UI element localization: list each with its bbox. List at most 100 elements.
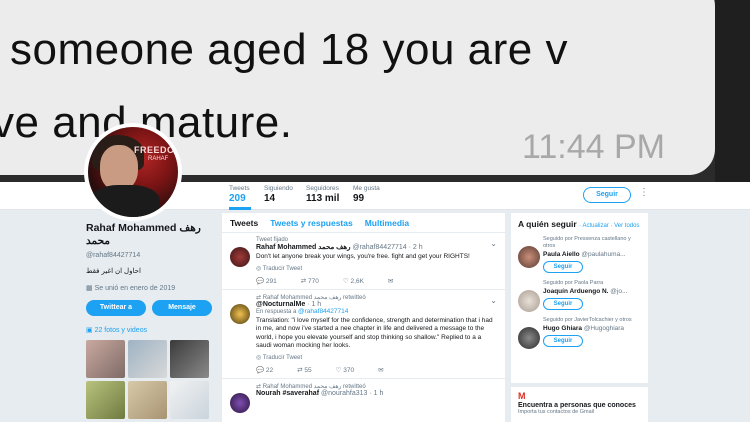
media-thumb[interactable] (128, 340, 167, 378)
media-grid (86, 340, 216, 419)
reply-icon: 💬 (256, 277, 266, 285)
tweet-item[interactable]: ⇄ Rahaf Mohammed رهف محمد retwitteó @Noc… (222, 290, 505, 379)
reply-action[interactable]: 💬 22 (256, 366, 273, 374)
stat-value: 99 (353, 193, 365, 204)
find-contacts-card[interactable]: M Encuentra a personas que conoces Impor… (511, 387, 648, 422)
message-timestamp: 11:44 PM (522, 128, 666, 166)
tweet-author[interactable]: Nourah #saverahaf @nourahfa313 · 1 h (256, 390, 497, 397)
profile-handle[interactable]: @rahaf84427714 (86, 252, 216, 259)
tweet-avatar[interactable] (230, 392, 250, 413)
suggestion-name[interactable]: Paula Aiello @paulahuma... (543, 251, 641, 258)
reply-count: 22 (265, 366, 274, 374)
suggestion-follow-button[interactable]: Seguir (543, 298, 583, 310)
tweet-to-button[interactable]: Twittear a (86, 300, 146, 316)
tweet-avatar[interactable] (230, 303, 250, 324)
reply-prefix: En respuesta a (256, 308, 297, 315)
like-action[interactable]: ♡ 370 (336, 366, 355, 374)
suggestion-item: Seguido por Paola Parra Joaquín Arduengo… (518, 280, 641, 312)
photos-videos-link[interactable]: ▣ 22 fotos y videos (86, 326, 216, 334)
more-options-icon[interactable]: ⋮ (639, 187, 649, 198)
stat-value: 113 mil (306, 193, 340, 204)
gmail-icon: M (518, 391, 526, 401)
reply-context: En respuesta a @rahaf84427714 (256, 308, 497, 315)
stat-value: 209 (229, 193, 246, 204)
avatar-shirt (90, 185, 160, 217)
reply-to-link[interactable]: @rahaf84427714 (298, 308, 348, 315)
suggestion-avatar[interactable] (518, 290, 540, 312)
tweet-text: Translation: "i love myself for the conf… (256, 316, 493, 350)
dm-icon[interactable]: ✉ (388, 277, 393, 285)
tweet-actions: 💬 291 ⇄ 770 ♡ 2,6K ✉ (256, 277, 497, 285)
stat-label: Siguiendo (264, 185, 293, 192)
chevron-down-icon[interactable]: ⌄ (490, 296, 497, 305)
suggestion-name[interactable]: Joaquín Arduengo N. @jo... (543, 288, 641, 295)
tweet-item[interactable]: Tweet fijado Rahaf Mohammed رهف محمد @ra… (222, 233, 505, 290)
like-count: 2,6K (350, 277, 364, 285)
tweet-author[interactable]: Rahaf Mohammed رهف محمد @rahaf84427714 ·… (256, 243, 497, 251)
avatar-logo-sub: RAHAF (148, 156, 169, 162)
suggestion-item: Seguido por Pressenza castellano y otros… (518, 236, 641, 273)
media-thumb[interactable] (128, 381, 167, 419)
globe-icon: ◎ (256, 354, 263, 361)
retweet-count: 55 (304, 366, 312, 374)
retweet-icon: ⇄ (300, 277, 309, 285)
tab-replies[interactable]: Tweets y respuestas (270, 218, 353, 228)
twitter-profile-page: Tweets 209 Siguiendo 14 Seguidores 113 m… (0, 182, 750, 422)
stat-following[interactable]: Siguiendo 14 (264, 185, 293, 204)
suggestion-follow-button[interactable]: Seguir (543, 261, 583, 273)
message-line-1: someone aged 18 you are v (10, 25, 568, 74)
like-count: 370 (343, 366, 355, 374)
like-action[interactable]: ♡ 2,6K (343, 277, 364, 285)
suggestion-follow-button[interactable]: Seguir (543, 335, 583, 347)
retweet-count: 770 (308, 277, 319, 285)
stat-value: 14 (264, 193, 276, 204)
retweet-action[interactable]: ⇄ 55 (297, 366, 312, 374)
tab-media[interactable]: Multimedia (365, 218, 409, 228)
stat-label: Tweets (229, 185, 250, 192)
suggestion-handle: @Hugoghiara (583, 325, 625, 332)
media-thumb[interactable] (170, 381, 209, 419)
reply-action[interactable]: 💬 291 (256, 277, 277, 285)
media-thumb[interactable] (170, 340, 209, 378)
media-thumb[interactable] (86, 381, 125, 419)
translate-link[interactable]: ◎ Traducir Tweet (256, 354, 497, 361)
stat-likes[interactable]: Me gusta 99 (353, 185, 380, 204)
tweet-text: Don't let anyone break your wings, you'r… (256, 253, 470, 260)
profile-avatar[interactable]: FREEDOM RAHAF (84, 123, 182, 221)
timeline-tabs: Tweets Tweets y respuestas Multimedia (222, 213, 505, 233)
tweet-avatar[interactable] (230, 247, 250, 267)
tweet-item[interactable]: ⇄ Rahaf Mohammed رهف محمد retwitteó Nour… (222, 379, 505, 413)
tweet-context: ⇄ Rahaf Mohammed رهف محمد retwitteó (256, 383, 497, 390)
suggestion-avatar[interactable] (518, 246, 540, 268)
suggestion-item: Seguido por JavierTolcachier y otros Hug… (518, 317, 641, 349)
suggestion-avatar[interactable] (518, 327, 540, 349)
translate-link[interactable]: ◎ Traducir Tweet (256, 265, 497, 272)
tweet-meta: @nourahfa313 · 1 h (320, 389, 384, 397)
media-thumb[interactable] (86, 340, 125, 378)
calendar-icon: ▦ (86, 285, 95, 292)
suggestion-handle: @paulahuma... (581, 251, 626, 258)
retweet-action[interactable]: ⇄ 770 (301, 277, 319, 285)
photos-label: 22 fotos y videos (94, 327, 148, 334)
joined-date: ▦ Se unió en enero de 2019 (86, 284, 216, 292)
tweet-context: ⇄ Rahaf Mohammed رهف محمد retwitteó (256, 294, 497, 301)
suggestion-context: Seguido por Pressenza castellano y otros (543, 236, 631, 249)
reply-count: 291 (265, 277, 277, 285)
refresh-view-all-links[interactable]: · Actualizar · Ver todos (579, 223, 639, 229)
follow-button[interactable]: Seguir (583, 187, 631, 203)
suggestion-name[interactable]: Hugo Ghiara @Hugoghiara (543, 325, 641, 332)
who-to-follow-heading: A quién seguir (518, 219, 577, 229)
suggestion-context: Seguido por JavierTolcachier y otros (543, 317, 632, 323)
message-button[interactable]: Mensaje (152, 300, 212, 316)
tweet-meta: @rahaf84427714 · 2 h (352, 244, 423, 251)
dm-icon[interactable]: ✉ (378, 366, 383, 374)
suggestion-context: Seguido por Paola Parra (543, 280, 604, 286)
stat-tweets[interactable]: Tweets 209 (229, 185, 250, 204)
active-tab-underline (229, 207, 251, 210)
chevron-down-icon[interactable]: ⌄ (490, 239, 497, 248)
stat-followers[interactable]: Seguidores 113 mil (306, 185, 339, 204)
tab-tweets[interactable]: Tweets (230, 218, 258, 228)
tweet-author-name: Nourah #saverahaf (256, 389, 320, 397)
who-to-follow: A quién seguir · Actualizar · Ver todos … (511, 213, 648, 383)
tweet-author[interactable]: @NocturnalMe · 1 h (256, 301, 497, 308)
